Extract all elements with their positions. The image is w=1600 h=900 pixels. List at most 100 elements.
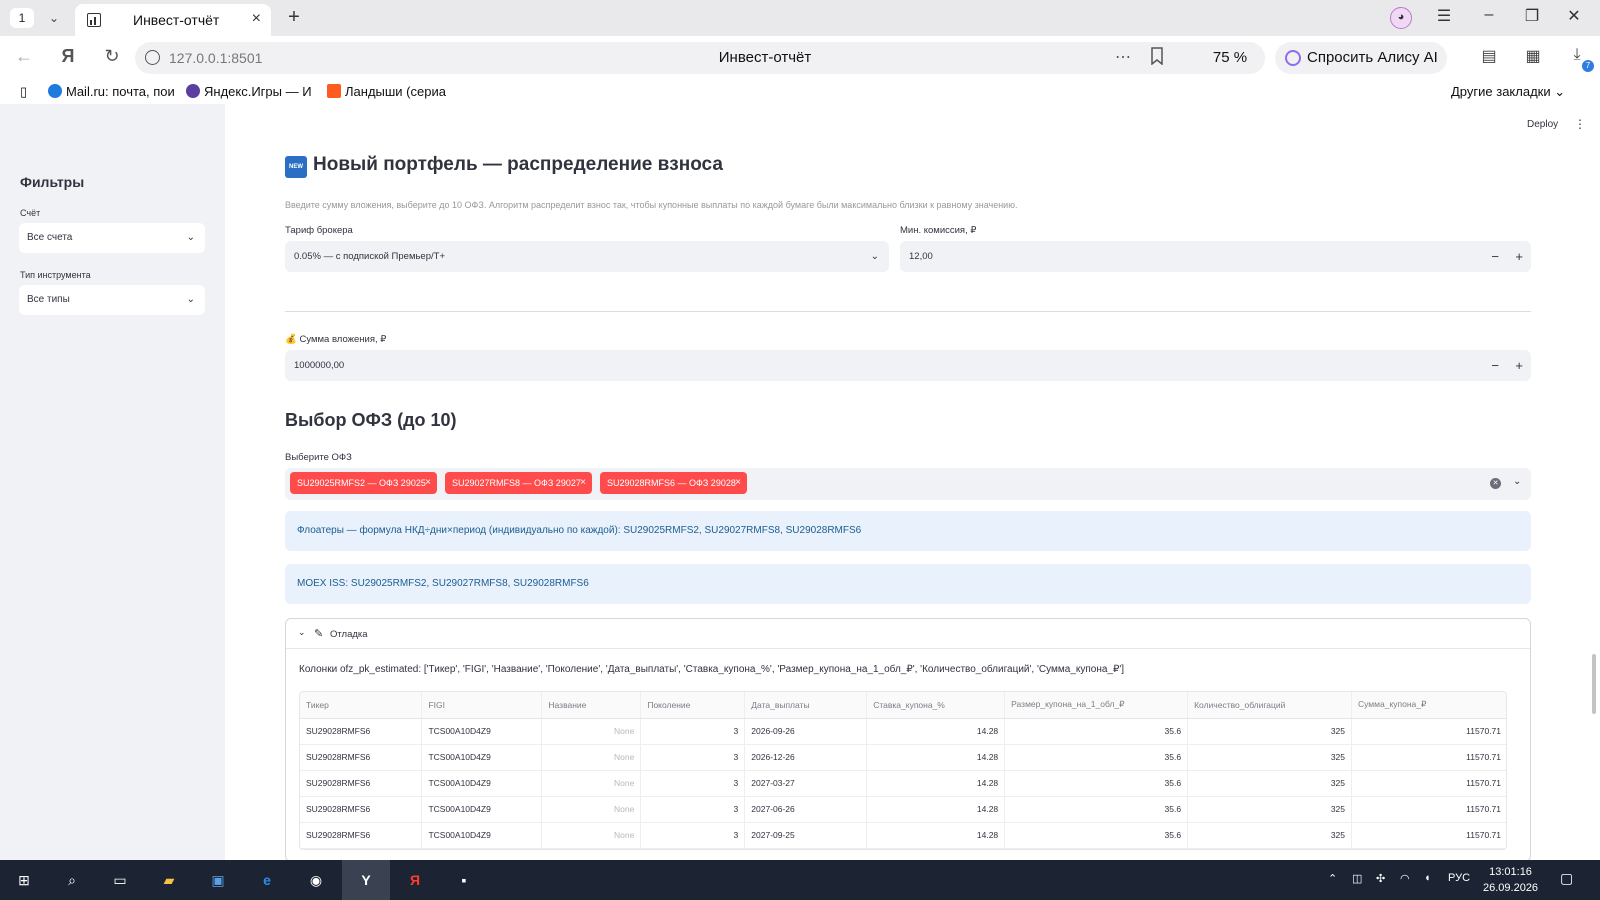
minimize-icon[interactable]: – — [1477, 6, 1501, 24]
table-cell[interactable]: 3 — [640, 796, 746, 823]
amount-input[interactable]: 1000000,00− + — [285, 350, 1531, 381]
table-cell[interactable]: 14.28 — [866, 718, 1006, 745]
table-cell[interactable]: 35.6 — [1004, 744, 1189, 771]
table-cell[interactable]: SU29028RMFS6 — [300, 822, 423, 849]
input-method-icon[interactable]: ✣ — [1376, 872, 1385, 885]
tab-active[interactable]: Инвест-отчёт × — [75, 4, 271, 36]
back-icon[interactable]: ← — [12, 46, 36, 67]
file-explorer-icon[interactable]: ▰ — [157, 868, 181, 892]
table-cell[interactable]: None — [541, 822, 642, 849]
table-cell[interactable]: 35.6 — [1004, 718, 1189, 745]
debug-expander-header[interactable]: ⌄ ✎ Отладка — [286, 619, 1530, 649]
profile-avatar[interactable]: ◕ — [1390, 7, 1412, 29]
ofz-multiselect[interactable]: SU29025RMFS2 — ОФЗ 29025 × SU29027RMFS8 —… — [285, 468, 1531, 500]
selected-tag[interactable]: SU29028RMFS6 — ОФЗ 29028 × — [600, 472, 747, 494]
min-fee-input[interactable]: 12,00− + — [900, 241, 1531, 272]
table-cell[interactable]: SU29028RMFS6 — [300, 718, 423, 745]
table-cell[interactable]: 11570.71 — [1351, 796, 1506, 823]
table-cell[interactable]: 14.28 — [866, 744, 1006, 771]
table-cell[interactable]: 3 — [640, 770, 746, 797]
remove-tag-icon[interactable]: × — [735, 472, 741, 494]
volume-icon[interactable]: ◖ — [1424, 872, 1431, 884]
selected-tag[interactable]: SU29025RMFS2 — ОФЗ 29025 × — [290, 472, 437, 494]
language-indicator[interactable]: РУС — [1448, 872, 1470, 884]
decrement-button[interactable]: − — [1491, 241, 1499, 272]
column-header[interactable]: Размер_купона_на_1_обл_₽ — [1004, 692, 1189, 719]
main-menu-kebab-icon[interactable]: ⋮ — [1574, 117, 1586, 131]
table-cell[interactable]: 11570.71 — [1351, 744, 1506, 771]
bookmark-icon[interactable] — [1150, 47, 1164, 65]
table-cell[interactable]: 11570.71 — [1351, 770, 1506, 797]
column-header[interactable]: Количество_облигаций — [1187, 692, 1353, 719]
column-header[interactable]: Ставка_купона_% — [866, 692, 1006, 719]
store-icon[interactable]: ▣ — [206, 868, 230, 892]
collections-icon[interactable]: ▤ — [1478, 46, 1500, 68]
table-cell[interactable]: SU29028RMFS6 — [300, 770, 423, 797]
decrement-button[interactable]: − — [1491, 350, 1499, 381]
column-header[interactable]: FIGI — [421, 692, 543, 719]
table-cell[interactable]: 14.28 — [866, 796, 1006, 823]
table-cell[interactable]: 325 — [1187, 770, 1353, 797]
table-cell[interactable]: TCS00A10D4Z9 — [421, 822, 543, 849]
page-scrollbar[interactable] — [1592, 654, 1596, 714]
table-cell[interactable]: TCS00A10D4Z9 — [421, 770, 543, 797]
column-header[interactable]: Сумма_купона_₽ — [1351, 692, 1506, 719]
table-cell[interactable]: 3 — [640, 718, 746, 745]
table-cell[interactable]: 11570.71 — [1351, 718, 1506, 745]
remove-tag-icon[interactable]: × — [425, 472, 431, 494]
more-dots-icon[interactable]: ⋯ — [1115, 47, 1131, 67]
increment-button[interactable]: + — [1515, 350, 1523, 381]
alice-button[interactable]: Спросить Алису AI — [1275, 42, 1447, 74]
yandex-icon[interactable]: Я — [56, 46, 80, 67]
table-cell[interactable]: None — [541, 718, 642, 745]
yandex-icon[interactable]: Я — [403, 868, 427, 892]
restore-icon[interactable]: ❐ — [1520, 6, 1544, 26]
table-cell[interactable]: None — [541, 796, 642, 823]
table-cell[interactable]: SU29028RMFS6 — [300, 744, 423, 771]
search-icon[interactable]: ⌕ — [60, 868, 84, 892]
table-cell[interactable]: 3 — [640, 744, 746, 771]
clock[interactable]: 13:01:16 26.09.2026 — [1483, 864, 1538, 896]
column-header[interactable]: Название — [541, 692, 642, 719]
tab-counter[interactable]: 1 — [10, 8, 34, 28]
chevron-down-icon[interactable]: ⌄ — [1513, 476, 1521, 487]
zoom-button[interactable]: 75 % — [1195, 42, 1265, 74]
table-cell[interactable]: 14.28 — [866, 822, 1006, 849]
reload-icon[interactable]: ↻ — [100, 46, 124, 67]
meet-icon[interactable]: ◫ — [1352, 872, 1362, 885]
new-tab-button[interactable]: + — [282, 6, 306, 30]
menu-icon[interactable]: ☰ — [1432, 6, 1456, 26]
table-cell[interactable]: 35.6 — [1004, 796, 1189, 823]
tabs-dropdown-chevron-icon[interactable]: ⌄ — [44, 8, 64, 28]
table-cell[interactable]: 2026-12-26 — [744, 744, 868, 771]
bookmark-landyshi[interactable]: Ландыши (сериа — [327, 84, 453, 99]
bookmark-yandex-games[interactable]: Яндекс.Игры — И — [186, 84, 312, 99]
table-cell[interactable]: TCS00A10D4Z9 — [421, 718, 543, 745]
column-header[interactable]: Поколение — [640, 692, 746, 719]
wifi-icon[interactable]: ◠ — [1400, 872, 1410, 885]
other-bookmarks[interactable]: Другие закладки ⌄ — [1451, 84, 1565, 100]
table-cell[interactable]: 325 — [1187, 718, 1353, 745]
table-cell[interactable]: 14.28 — [866, 770, 1006, 797]
url-field[interactable]: 127.0.0.1:8501 Инвест-отчёт ⋯ — [135, 42, 1265, 74]
terminal-icon[interactable]: ▪ — [452, 868, 476, 892]
table-cell[interactable]: None — [541, 770, 642, 797]
selected-tag[interactable]: SU29027RMFS8 — ОФЗ 29027 × — [445, 472, 592, 494]
deploy-button[interactable]: Deploy — [1527, 119, 1558, 130]
yandex-browser-icon[interactable]: Y — [354, 868, 378, 892]
table-cell[interactable]: 325 — [1187, 744, 1353, 771]
table-cell[interactable]: 325 — [1187, 796, 1353, 823]
bookmark-mailru[interactable]: Mail.ru: почта, пои — [48, 84, 174, 99]
table-cell[interactable]: SU29028RMFS6 — [300, 796, 423, 823]
table-cell[interactable]: TCS00A10D4Z9 — [421, 796, 543, 823]
table-cell[interactable]: 2027-06-26 — [744, 796, 868, 823]
chrome-icon[interactable]: ◉ — [304, 868, 328, 892]
tariff-select[interactable]: 0.05% — с подпиской Премьер/Т+ ⌄ — [285, 241, 889, 272]
windows-start-icon[interactable]: ⊞ — [12, 868, 36, 892]
close-tab-icon[interactable]: × — [252, 10, 261, 28]
extensions-icon[interactable]: ▦ — [1522, 46, 1544, 68]
table-cell[interactable]: TCS00A10D4Z9 — [421, 744, 543, 771]
increment-button[interactable]: + — [1515, 241, 1523, 272]
bookmarks-page-icon[interactable]: ▯ — [20, 84, 34, 100]
remove-tag-icon[interactable]: × — [580, 472, 586, 494]
